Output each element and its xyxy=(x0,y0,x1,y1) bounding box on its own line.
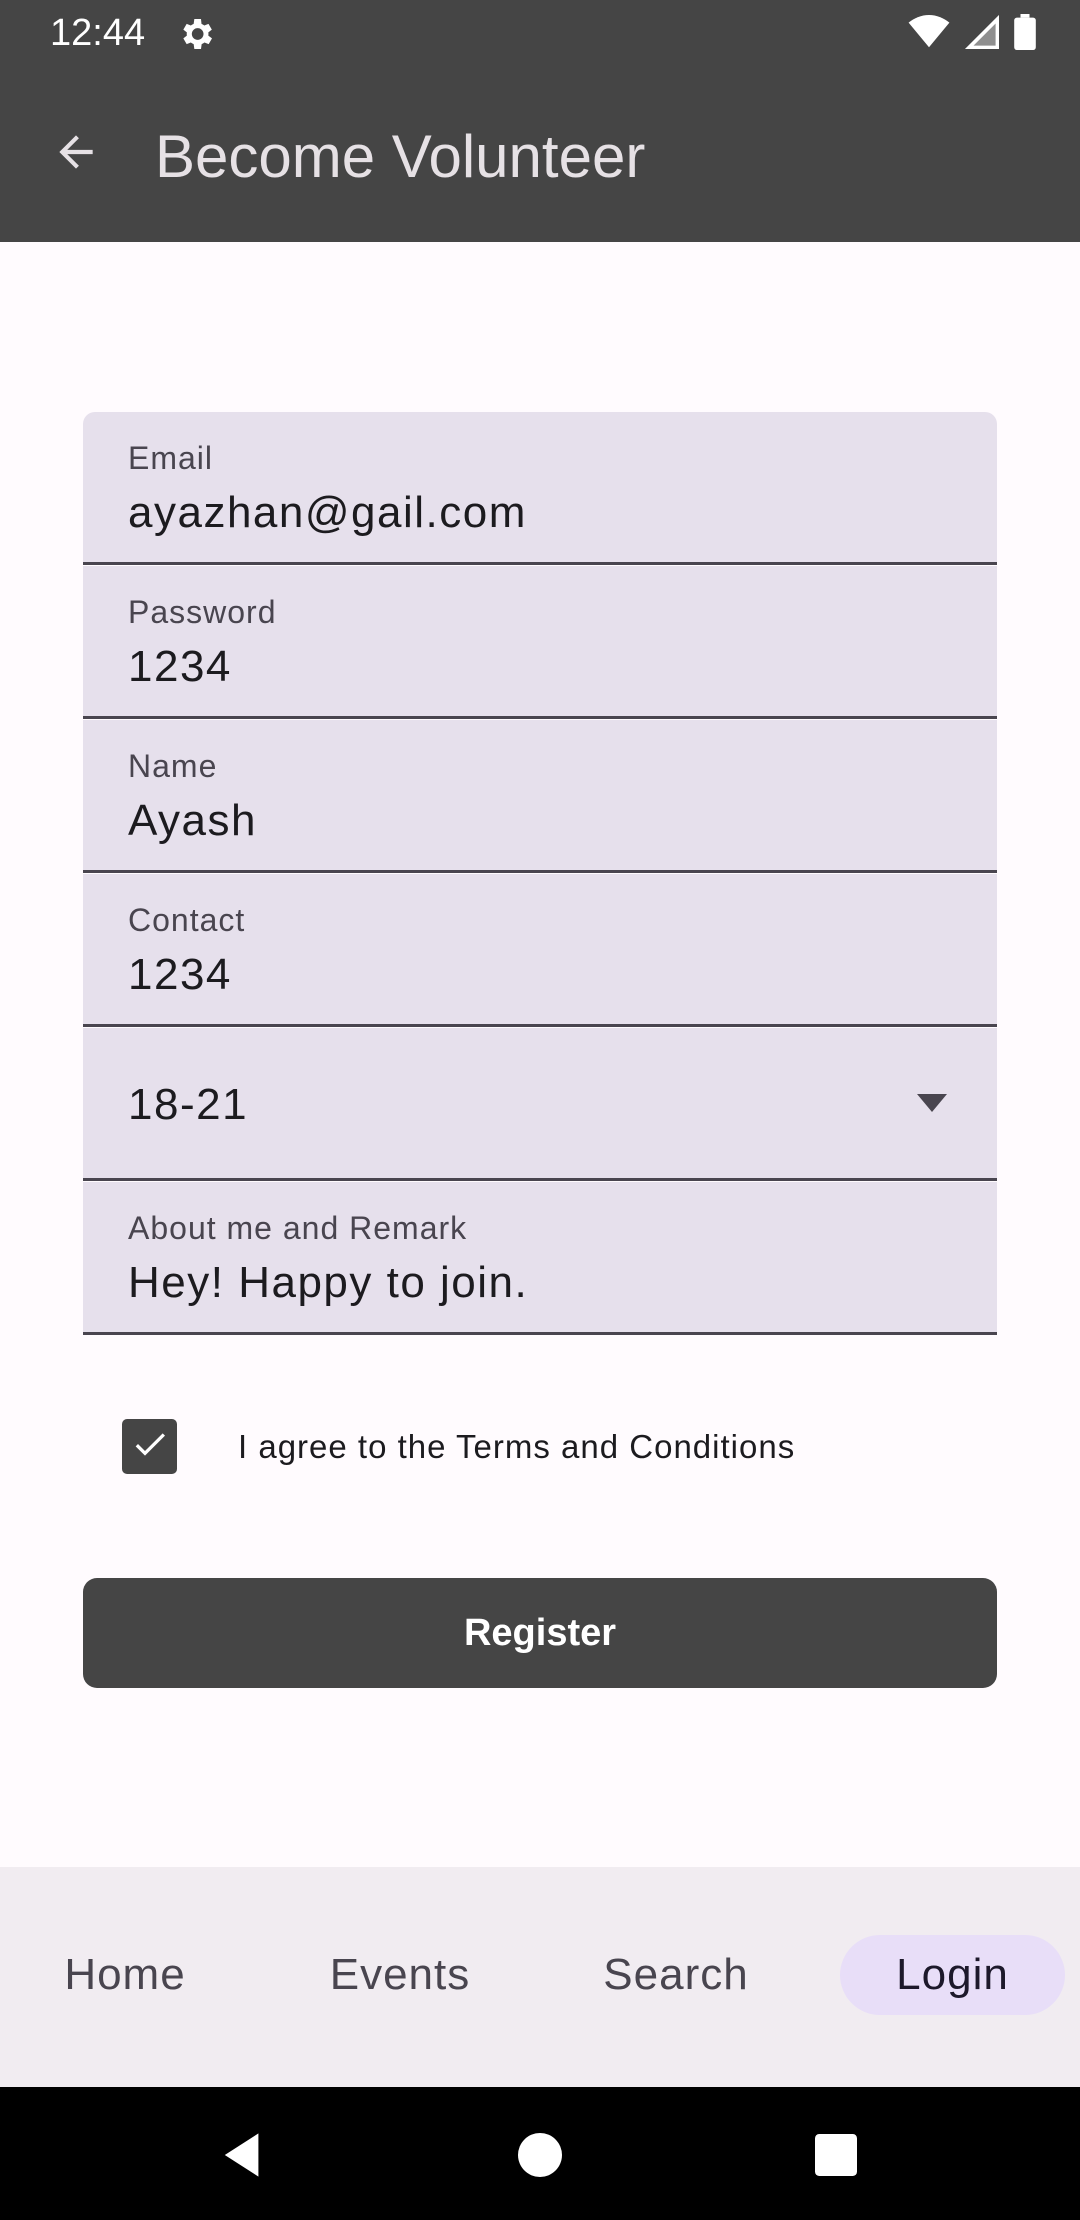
signal-icon xyxy=(964,14,1000,54)
name-field[interactable]: Name Ayash xyxy=(83,720,997,873)
about-field[interactable]: About me and Remark Hey! Happy to join. xyxy=(83,1182,997,1335)
app-bar: Become Volunteer xyxy=(0,66,1080,242)
contact-value: 1234 xyxy=(128,950,232,999)
password-label: Password xyxy=(128,594,277,630)
name-value: Ayash xyxy=(128,796,257,845)
password-value: 1234 xyxy=(128,642,232,691)
status-icons xyxy=(908,13,1036,55)
status-bar: 12:44 xyxy=(0,0,1080,66)
password-field[interactable]: Password 1234 xyxy=(83,566,997,719)
name-label: Name xyxy=(128,748,218,784)
age-group-dropdown[interactable]: 18-21 xyxy=(83,1028,997,1181)
terms-label: I agree to the Terms and Conditions xyxy=(238,1428,796,1465)
email-field[interactable]: Email ayazhan@gail.com xyxy=(83,412,997,565)
arrow-back-icon xyxy=(51,127,101,182)
back-triangle-icon[interactable] xyxy=(216,2127,272,2183)
battery-icon xyxy=(1014,13,1036,55)
status-time: 12:44 xyxy=(50,12,146,54)
contact-field[interactable]: Contact 1234 xyxy=(83,874,997,1027)
nav-item-search[interactable]: Search xyxy=(576,1935,776,2015)
back-button[interactable] xyxy=(40,118,112,190)
email-value: ayazhan@gail.com xyxy=(128,488,527,537)
terms-checkbox[interactable] xyxy=(122,1419,177,1474)
bottom-navigation: Home Events Search Login xyxy=(0,1867,1080,2087)
home-circle-icon[interactable] xyxy=(512,2127,568,2183)
register-button[interactable]: Register xyxy=(83,1578,997,1688)
about-label: About me and Remark xyxy=(128,1210,468,1246)
contact-label: Contact xyxy=(128,902,246,938)
email-label: Email xyxy=(128,440,214,476)
wifi-icon xyxy=(908,14,950,54)
about-value: Hey! Happy to join. xyxy=(128,1258,529,1307)
dropdown-arrow-icon xyxy=(917,1094,947,1112)
nav-item-home[interactable]: Home xyxy=(25,1935,225,2015)
page-title: Become Volunteer xyxy=(155,123,646,190)
top-bar: 12:44 Become Volunteer xyxy=(0,0,1080,242)
nav-item-events[interactable]: Events xyxy=(300,1935,500,2015)
recents-square-icon[interactable] xyxy=(808,2127,864,2183)
nav-item-login[interactable]: Login xyxy=(840,1935,1065,2015)
age-group-value: 18-21 xyxy=(128,1080,249,1129)
system-navigation-bar xyxy=(0,2087,1080,2220)
gear-icon xyxy=(176,14,216,54)
check-icon xyxy=(130,1424,170,1469)
